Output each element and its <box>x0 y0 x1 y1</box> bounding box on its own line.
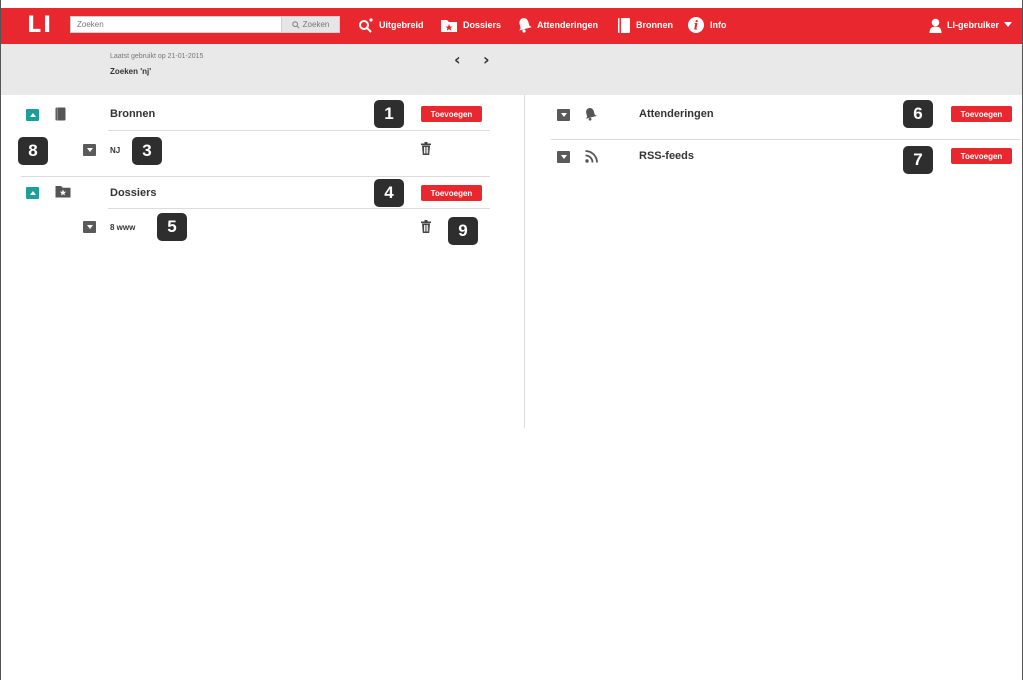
dossier-icon <box>55 186 71 198</box>
nav-info[interactable]: i Info <box>687 14 727 36</box>
nav-label: Attenderingen <box>537 20 599 30</box>
nav-dossiers[interactable]: Dossiers <box>440 14 501 36</box>
rss-title: RSS-feeds <box>639 150 695 162</box>
book-icon <box>55 107 66 121</box>
prev-arrow-button[interactable]: ‹ <box>454 52 461 68</box>
callout-badge: 5 <box>157 213 187 241</box>
user-menu[interactable]: LI-gebruiker <box>929 14 1012 36</box>
expand-item-8www-button[interactable] <box>83 221 96 233</box>
add-dossiers-button[interactable]: Toevoegen <box>421 185 482 201</box>
callout-badge: 8 <box>18 137 48 165</box>
add-bronnen-button[interactable]: Toevoegen <box>421 106 482 122</box>
callout-badge: 9 <box>448 217 478 245</box>
caret-down-icon <box>560 113 567 117</box>
advanced-search-icon <box>359 18 373 33</box>
callout-badge: 1 <box>374 100 404 128</box>
last-used-text: Laatst gebruikt op 21-01-2015 <box>110 53 204 60</box>
rss-icon <box>585 150 598 163</box>
add-rss-button[interactable]: Toevoegen <box>951 148 1012 164</box>
attenderingen-title: Attenderingen <box>639 108 714 120</box>
nav-label: Bronnen <box>636 20 673 30</box>
chevron-down-icon <box>1004 22 1012 27</box>
user-label: LI-gebruiker <box>946 20 999 30</box>
search-box: Zoeken <box>70 16 340 33</box>
collapse-dossiers-button[interactable] <box>26 187 39 199</box>
expand-item-nj-button[interactable] <box>83 144 96 156</box>
bronnen-item-nj[interactable]: NJ <box>110 146 120 155</box>
callout-badge: 4 <box>374 179 404 207</box>
nav-label: Uitgebreid <box>379 20 424 30</box>
nav-label: Info <box>710 20 727 30</box>
caret-down-icon <box>86 148 93 152</box>
add-attenderingen-button[interactable]: Toevoegen <box>951 106 1012 122</box>
panel-divider <box>524 95 525 428</box>
trash-icon[interactable] <box>421 220 431 233</box>
search-icon <box>291 20 300 29</box>
dossiers-title: Dossiers <box>110 187 157 199</box>
nav-uitgebreid[interactable]: Uitgebreid <box>358 14 424 36</box>
expand-attenderingen-button[interactable] <box>557 109 570 121</box>
callout-badge: 7 <box>903 146 933 174</box>
nav-label: Dossiers <box>463 20 502 30</box>
caret-up-icon <box>29 191 36 195</box>
bell-icon <box>585 107 597 121</box>
nav-attenderingen[interactable]: Attenderingen <box>517 14 598 36</box>
user-icon <box>929 18 942 33</box>
info-icon: i <box>688 17 704 33</box>
svg-text:i: i <box>694 19 699 33</box>
book-icon <box>618 17 630 33</box>
caret-down-icon <box>86 225 93 229</box>
expand-rss-button[interactable] <box>557 151 570 163</box>
collapse-bronnen-button[interactable] <box>26 109 39 121</box>
bell-icon <box>519 18 532 33</box>
search-query-title: Zoeken 'nj' <box>110 67 152 76</box>
divider <box>108 208 490 209</box>
nav-bronnen[interactable]: Bronnen <box>617 14 673 36</box>
bronnen-title: Bronnen <box>110 108 156 120</box>
caret-down-icon <box>560 155 567 159</box>
search-button[interactable]: Zoeken <box>281 17 339 32</box>
trash-icon[interactable] <box>421 142 431 155</box>
divider <box>21 176 490 177</box>
search-button-label: Zoeken <box>302 20 330 29</box>
next-arrow-button[interactable]: › <box>483 52 490 68</box>
context-bar <box>1 44 1022 95</box>
callout-badge: 3 <box>132 137 162 165</box>
logo[interactable]: LI <box>27 13 53 38</box>
search-input[interactable] <box>71 17 281 32</box>
caret-up-icon <box>29 113 36 117</box>
divider <box>108 130 490 131</box>
divider <box>551 139 1020 140</box>
callout-badge: 6 <box>903 100 933 128</box>
top-bar: LI Zoeken Uitgebreid Dossiers Attenderin… <box>1 0 1022 44</box>
app-frame: LI Zoeken Uitgebreid Dossiers Attenderin… <box>0 0 1023 680</box>
dossier-icon <box>441 19 457 32</box>
dossiers-item-8www[interactable]: 8 www <box>110 223 135 232</box>
